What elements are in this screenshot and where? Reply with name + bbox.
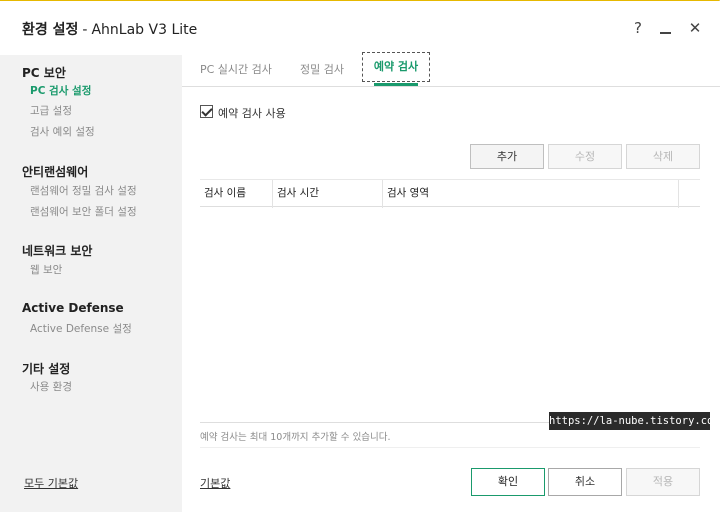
add-button[interactable]: 추가	[470, 144, 544, 169]
sidebar-item-web-security[interactable]: 웹 보안	[30, 262, 62, 277]
sidebar-item-usage-environment[interactable]: 사용 환경	[30, 379, 72, 394]
sidebar-group-network-security[interactable]: 네트워크 보안	[22, 242, 92, 259]
column-header-scan-name[interactable]: 검사 이름	[200, 180, 273, 208]
title-bar: 환경 설정 - AhnLab V3 Lite ? ✕	[0, 1, 720, 55]
main-panel: PC 실시간 검사 정밀 검사 예약 검사 예약 검사 사용 추가 수정 삭제 …	[182, 52, 720, 512]
settings-window: 환경 설정 - AhnLab V3 Lite ? ✕ PC 보안 PC 검사 설정 …	[0, 0, 720, 512]
scheduled-scan-checkbox-label: 예약 검사 사용	[218, 107, 286, 120]
table-header: 검사 이름 검사 시간 검사 영역	[200, 179, 700, 208]
window-title-main: 환경 설정	[22, 22, 79, 38]
sidebar-group-anti-ransomware[interactable]: 안티랜섬웨어	[22, 163, 88, 180]
reset-all-link[interactable]: 모두 기본값	[24, 475, 78, 491]
help-button[interactable]: ?	[628, 17, 648, 39]
window-title-app: AhnLab V3 Lite	[91, 22, 198, 38]
cancel-button[interactable]: 취소	[548, 468, 622, 496]
sidebar-group-pc-security[interactable]: PC 보안	[22, 64, 66, 81]
footer-divider	[200, 447, 700, 448]
sidebar-item-active-defense-settings[interactable]: Active Defense 설정	[30, 321, 132, 336]
window-title-separator: -	[82, 22, 88, 38]
tab-realtime-scan[interactable]: PC 실시간 검사	[200, 61, 272, 77]
tab-full-scan[interactable]: 정밀 검사	[300, 61, 344, 77]
edit-button[interactable]: 수정	[548, 144, 622, 169]
sidebar-item-scan-exclusions[interactable]: 검사 예외 설정	[30, 124, 95, 139]
delete-button[interactable]: 삭제	[626, 144, 700, 169]
sidebar-item-pc-scan-settings[interactable]: PC 검사 설정	[30, 83, 91, 98]
column-header-scan-area[interactable]: 검사 영역	[383, 180, 679, 208]
minimize-button[interactable]	[656, 17, 676, 39]
sidebar: PC 보안 PC 검사 설정 고급 설정 검사 예외 설정 안티랜섬웨어 랜섬웨…	[0, 55, 182, 512]
tab-bar: PC 실시간 검사 정밀 검사 예약 검사	[182, 52, 720, 87]
sidebar-item-ransomware-folder-settings[interactable]: 랜섬웨어 보안 폴더 설정	[30, 204, 137, 219]
column-header-scan-time[interactable]: 검사 시간	[273, 180, 383, 208]
close-button[interactable]: ✕	[685, 17, 705, 39]
active-tab-indicator	[374, 83, 418, 86]
checkbox-checked-icon[interactable]	[200, 105, 213, 118]
sidebar-group-other-settings[interactable]: 기타 설정	[22, 360, 70, 377]
ok-button[interactable]: 확인	[471, 468, 545, 496]
sidebar-item-ransomware-scan-settings[interactable]: 랜섬웨어 정밀 검사 설정	[30, 183, 137, 198]
tab-scheduled-scan[interactable]: 예약 검사	[362, 52, 430, 82]
sidebar-item-advanced-settings[interactable]: 고급 설정	[30, 103, 72, 118]
blog-watermark: https://la-nube.tistory.com	[549, 412, 720, 430]
close-icon: ✕	[688, 19, 702, 37]
scheduled-scan-limit-note: 예약 검사는 최대 10개까지 추가할 수 있습니다.	[200, 432, 391, 443]
help-icon: ?	[634, 19, 642, 37]
reset-defaults-link[interactable]: 기본값	[200, 475, 230, 491]
window-title: 환경 설정 - AhnLab V3 Lite	[22, 19, 197, 39]
apply-button[interactable]: 적용	[626, 468, 700, 496]
sidebar-group-active-defense[interactable]: Active Defense	[22, 301, 124, 315]
scheduled-scan-table: 검사 이름 검사 시간 검사 영역	[200, 179, 700, 423]
